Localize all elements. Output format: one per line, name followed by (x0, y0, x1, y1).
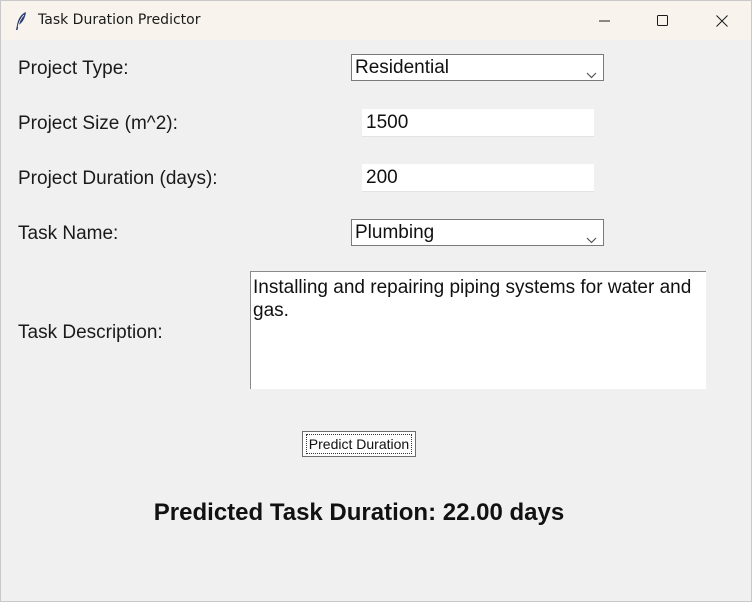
feather-icon (13, 11, 29, 31)
task-name-value: Plumbing (355, 222, 435, 243)
close-icon (716, 14, 728, 27)
project-duration-label: Project Duration (days): (18, 168, 218, 189)
app-window: Task Duration Predictor Project Type: Re… (0, 0, 752, 602)
project-type-dropdown[interactable]: Residential (351, 54, 604, 81)
predict-duration-button[interactable]: Predict Duration (302, 431, 416, 457)
minimize-button[interactable] (576, 1, 634, 40)
chevron-down-icon[interactable] (586, 63, 597, 85)
close-button[interactable] (693, 1, 751, 40)
title-bar[interactable]: Task Duration Predictor (1, 1, 751, 40)
project-duration-input[interactable]: 200 (362, 164, 594, 192)
predicted-duration-result: Predicted Task Duration: 22.00 days (153, 499, 565, 526)
project-type-label: Project Type: (18, 58, 129, 79)
project-size-label: Project Size (m^2): (18, 113, 178, 134)
minimize-icon (599, 15, 611, 27)
task-description-label: Task Description: (18, 322, 163, 343)
chevron-down-icon[interactable] (586, 228, 597, 250)
predict-duration-label: Predict Duration (305, 434, 413, 454)
project-duration-value: 200 (366, 167, 398, 188)
task-description-textarea[interactable]: Installing and repairing piping systems … (250, 271, 706, 389)
project-type-value: Residential (355, 57, 449, 78)
task-name-dropdown[interactable]: Plumbing (351, 219, 604, 246)
task-name-label: Task Name: (18, 223, 119, 244)
maximize-icon (657, 14, 669, 27)
window-title: Task Duration Predictor (38, 12, 201, 28)
project-size-input[interactable]: 1500 (362, 109, 594, 137)
project-size-value: 1500 (366, 112, 409, 133)
maximize-button[interactable] (634, 1, 692, 40)
